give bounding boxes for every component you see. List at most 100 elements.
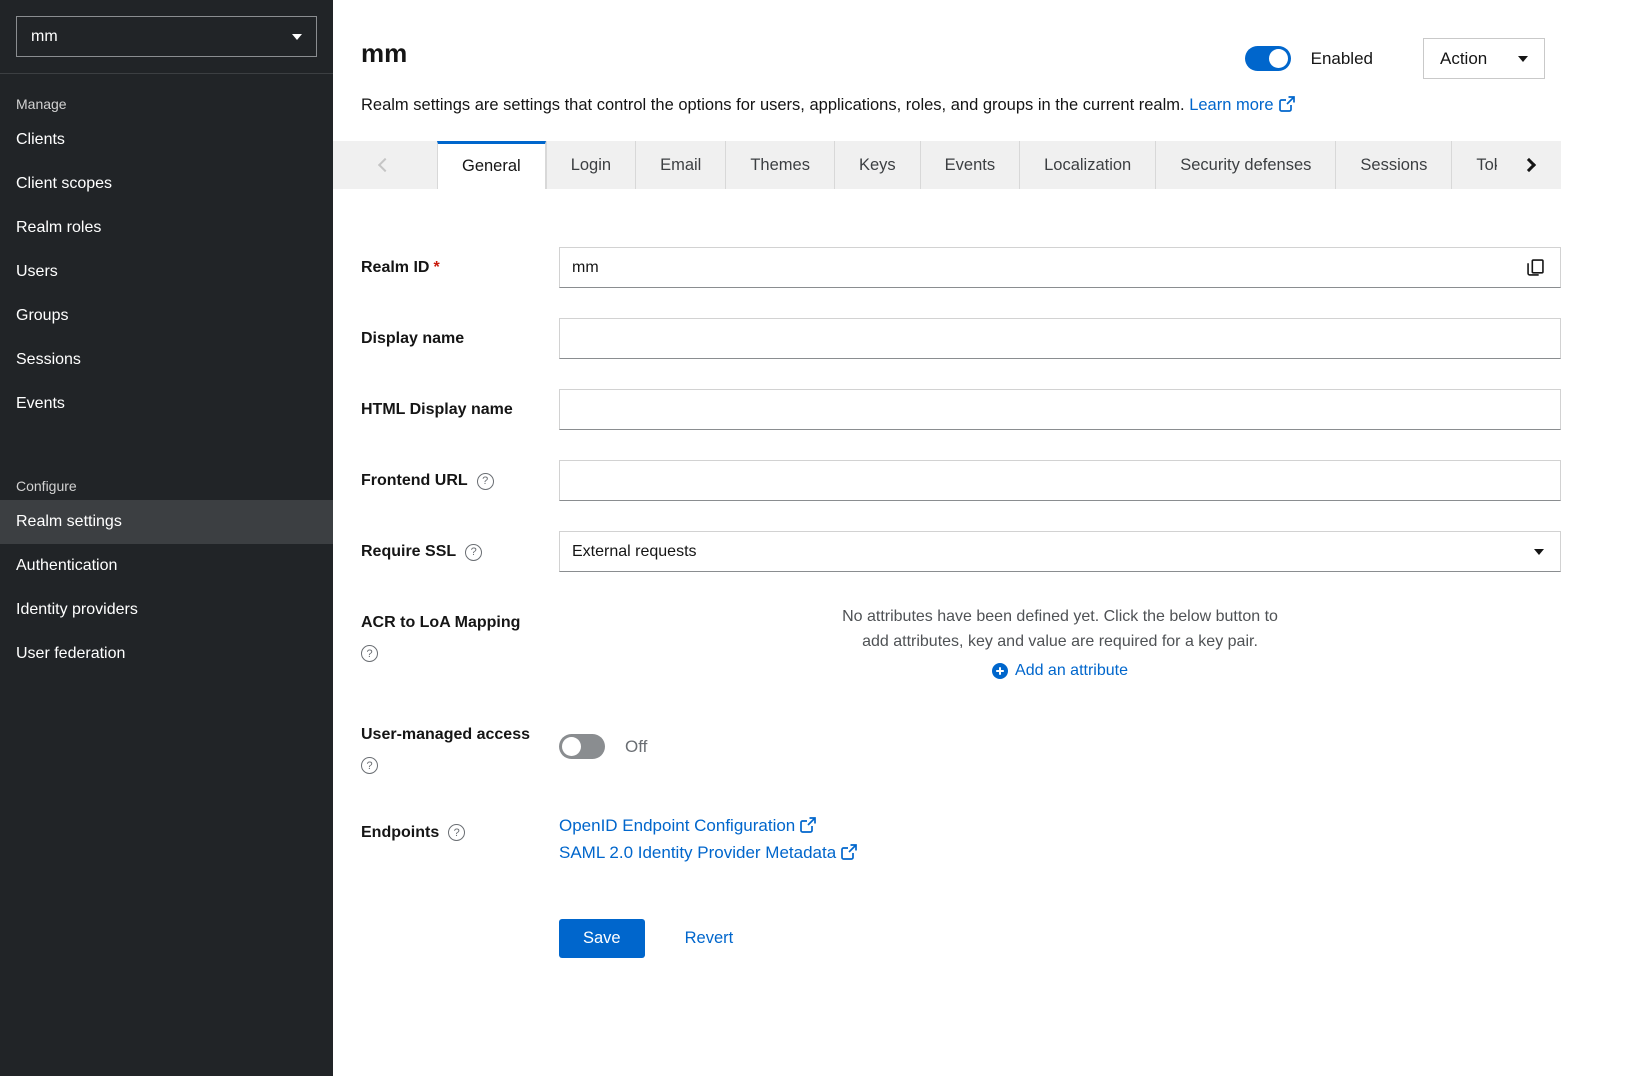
- nav-section-configure-title: Configure: [0, 470, 333, 500]
- html-display-name-input[interactable]: [559, 389, 1561, 430]
- nav-section-manage-title: Manage: [0, 88, 333, 118]
- help-icon[interactable]: ?: [477, 473, 494, 490]
- help-icon[interactable]: ?: [361, 645, 378, 662]
- sidebar-item-events[interactable]: Events: [0, 382, 333, 426]
- page-header: mm Enabled Action: [333, 0, 1645, 79]
- display-name-field: [559, 318, 1561, 359]
- revert-button[interactable]: Revert: [685, 929, 734, 948]
- saml-metadata-label: SAML 2.0 Identity Provider Metadata: [559, 843, 836, 862]
- realm-id-field: [559, 247, 1561, 288]
- form-actions-spacer: [361, 933, 559, 944]
- endpoints-row: Endpoints? OpenID Endpoint Configuration…: [361, 812, 1561, 865]
- tab-themes[interactable]: Themes: [725, 141, 834, 189]
- tab-tokens[interactable]: Tok: [1451, 141, 1497, 189]
- display-name-label: Display name: [361, 318, 559, 359]
- user-managed-access-toggle[interactable]: [559, 734, 605, 759]
- endpoints-label: Endpoints?: [361, 812, 559, 865]
- page-description-row: Realm settings are settings that control…: [333, 79, 1645, 119]
- copy-button[interactable]: [1510, 248, 1560, 287]
- required-asterisk: *: [433, 259, 439, 276]
- tab-general[interactable]: General: [437, 141, 546, 189]
- realm-id-input[interactable]: [560, 248, 1510, 287]
- display-name-input[interactable]: [559, 318, 1561, 359]
- tab-email[interactable]: Email: [635, 141, 725, 189]
- learn-more-link[interactable]: Learn more: [1189, 96, 1294, 114]
- add-attribute-link[interactable]: Add an attribute: [992, 662, 1128, 680]
- tab-localization[interactable]: Localization: [1019, 141, 1155, 189]
- user-managed-access-label-text: User-managed access: [361, 725, 559, 745]
- help-icon[interactable]: ?: [361, 757, 378, 774]
- sidebar-item-realm-settings[interactable]: Realm settings: [0, 500, 333, 544]
- tab-sessions[interactable]: Sessions: [1335, 141, 1451, 189]
- external-link-icon: [1279, 95, 1295, 119]
- plus-circle-icon: [992, 663, 1008, 679]
- frontend-url-label: Frontend URL?: [361, 460, 559, 501]
- chevron-down-icon: [292, 34, 302, 40]
- sidebar-item-users[interactable]: Users: [0, 250, 333, 294]
- user-managed-access-row: User-managed access ? Off: [361, 714, 1561, 776]
- frontend-url-input[interactable]: [559, 460, 1561, 501]
- main-content: mm Enabled Action Realm settings are set…: [333, 0, 1645, 1076]
- require-ssl-select[interactable]: External requests: [559, 531, 1561, 572]
- openid-endpoint-label: OpenID Endpoint Configuration: [559, 816, 795, 835]
- external-link-icon: [800, 817, 816, 838]
- sidebar-item-groups[interactable]: Groups: [0, 294, 333, 338]
- help-icon[interactable]: ?: [465, 544, 482, 561]
- user-managed-access-label: User-managed access ?: [361, 714, 559, 776]
- acr-loa-mapping-label-text: ACR to LoA Mapping: [361, 613, 559, 633]
- learn-more-label: Learn more: [1189, 96, 1273, 114]
- sidebar-item-client-scopes[interactable]: Client scopes: [0, 162, 333, 206]
- tab-scroll-left-button[interactable]: [333, 141, 437, 189]
- html-display-name-label: HTML Display name: [361, 389, 559, 430]
- tab-scroll-right-button[interactable]: [1497, 141, 1561, 189]
- tabs: General Login Email Themes Keys Events L…: [437, 141, 1497, 189]
- acr-loa-mapping-row: ACR to LoA Mapping ? No attributes have …: [361, 602, 1561, 680]
- save-button[interactable]: Save: [559, 919, 645, 958]
- html-display-name-row: HTML Display name: [361, 389, 1561, 430]
- openid-endpoint-link[interactable]: OpenID Endpoint Configuration: [559, 816, 1561, 838]
- sidebar-item-realm-roles[interactable]: Realm roles: [0, 206, 333, 250]
- general-settings-form: Realm ID* Display name HTML Display: [333, 189, 1645, 1076]
- frontend-url-label-text: Frontend URL: [361, 472, 468, 489]
- saml-metadata-link[interactable]: SAML 2.0 Identity Provider Metadata: [559, 843, 1561, 865]
- app-window: mm Manage Clients Client scopes Realm ro…: [0, 0, 1645, 1076]
- chevron-right-icon: [1522, 158, 1536, 172]
- realm-selector-wrap: mm: [0, 0, 333, 74]
- frontend-url-field: [559, 460, 1561, 501]
- sidebar-item-identity-providers[interactable]: Identity providers: [0, 588, 333, 632]
- tab-login[interactable]: Login: [546, 141, 635, 189]
- realm-enabled-toggle[interactable]: [1245, 46, 1291, 71]
- realm-id-row: Realm ID*: [361, 247, 1561, 288]
- chevron-down-icon: [1534, 549, 1544, 555]
- frontend-url-row: Frontend URL?: [361, 460, 1561, 501]
- require-ssl-label-text: Require SSL: [361, 543, 456, 560]
- form-actions: Save Revert: [559, 919, 1561, 958]
- html-display-name-field: [559, 389, 1561, 430]
- tab-keys[interactable]: Keys: [834, 141, 920, 189]
- help-icon[interactable]: ?: [448, 824, 465, 841]
- require-ssl-label: Require SSL?: [361, 531, 559, 572]
- require-ssl-row: Require SSL? External requests: [361, 531, 1561, 572]
- tab-security-defenses[interactable]: Security defenses: [1155, 141, 1335, 189]
- sidebar-item-user-federation[interactable]: User federation: [0, 632, 333, 676]
- tab-events[interactable]: Events: [920, 141, 1019, 189]
- chevron-down-icon: [1518, 56, 1528, 62]
- header-controls: Enabled Action: [1245, 38, 1545, 79]
- sidebar-item-sessions[interactable]: Sessions: [0, 338, 333, 382]
- sidebar-item-authentication[interactable]: Authentication: [0, 544, 333, 588]
- user-managed-access-field: Off: [559, 714, 1561, 776]
- add-attribute-label: Add an attribute: [1015, 662, 1128, 680]
- user-managed-access-state: Off: [625, 737, 647, 757]
- sidebar-item-clients[interactable]: Clients: [0, 118, 333, 162]
- acr-empty-state-text: No attributes have been defined yet. Cli…: [838, 604, 1283, 654]
- endpoints-field: OpenID Endpoint Configuration SAML 2.0 I…: [559, 812, 1561, 865]
- realm-enabled-label: Enabled: [1311, 49, 1373, 69]
- acr-loa-mapping-label: ACR to LoA Mapping ?: [361, 602, 559, 680]
- nav-section-manage: Manage Clients Client scopes Realm roles…: [0, 74, 333, 426]
- display-name-row: Display name: [361, 318, 1561, 359]
- action-dropdown-button[interactable]: Action: [1423, 38, 1545, 79]
- sidebar: mm Manage Clients Client scopes Realm ro…: [0, 0, 333, 1076]
- sidebar-nav: Manage Clients Client scopes Realm roles…: [0, 74, 333, 676]
- form-actions-row: Save Revert: [361, 919, 1561, 958]
- realm-selector[interactable]: mm: [16, 16, 317, 57]
